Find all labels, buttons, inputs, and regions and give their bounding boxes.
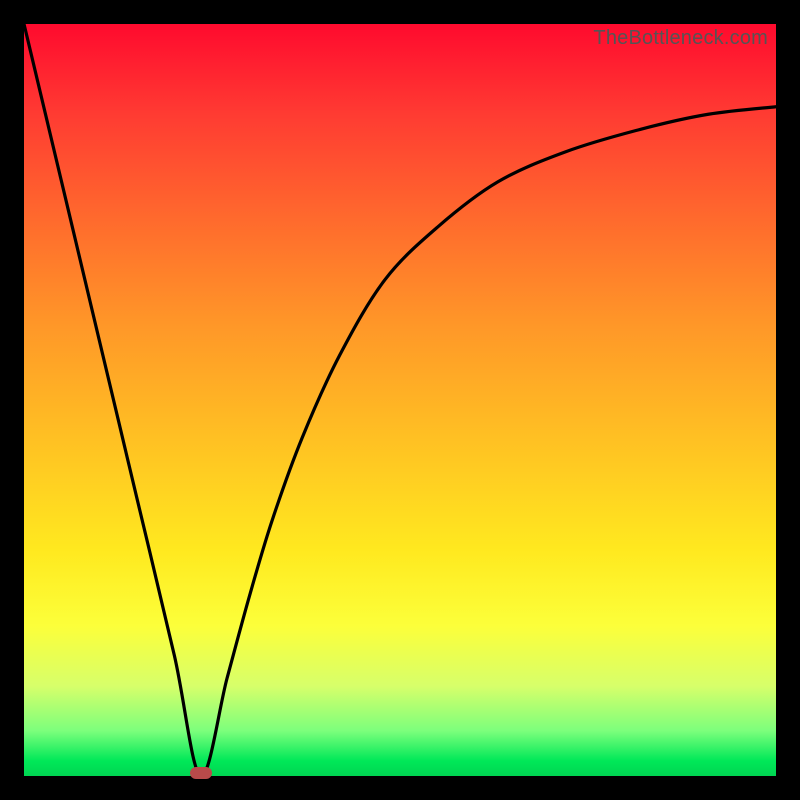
min-marker (190, 767, 212, 779)
bottleneck-curve (24, 24, 776, 776)
chart-area: TheBottleneck.com (24, 24, 776, 776)
